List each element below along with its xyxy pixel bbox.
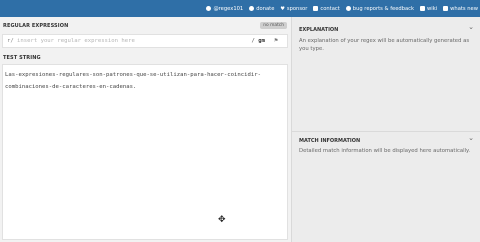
bug-icon [345,6,351,11]
explanation-collapse-chevron-icon[interactable]: ⌄ [468,23,474,31]
twitter-icon [206,6,212,11]
regex-placeholder: insert your regular expression here [17,38,135,44]
bug-reports-link[interactable]: bug reports & feedback [345,5,415,12]
wiki-icon [420,6,426,11]
whats-new-link[interactable]: whats new [443,6,478,12]
test-string-section-label: TEST STRING [3,55,41,61]
move-cursor-icon: ✥ [218,215,226,225]
sponsor-link[interactable]: ♥ sponsor [280,6,307,12]
mail-icon [313,6,319,11]
donate-link[interactable]: donate [249,6,274,12]
editor-column: REGULAR EXPRESSION no match r/ insert yo… [0,17,291,242]
wiki-link[interactable]: wiki [420,6,437,12]
flags-settings-icon[interactable]: ⚑ [271,37,281,47]
match-status-badge: no match [260,22,287,29]
test-string-editor[interactable]: Las-expresiones-regulares-son-patrones-q… [2,64,288,240]
sidebar-panels: EXPLANATION ⌄ An explanation of your reg… [291,17,480,242]
test-string-line-2: combinaciones-de-caracteres-en-cadenas. [5,84,137,90]
heart-icon: ♥ [280,5,285,12]
panel-divider [292,131,480,132]
match-information-text: Detailed match information will be displ… [299,148,471,154]
regex-flags[interactable]: / gm [252,38,266,44]
contact-link-label: contact [320,5,340,12]
match-information-collapse-chevron-icon[interactable]: ⌄ [468,134,474,142]
test-string-text[interactable]: Las-expresiones-regulares-son-patrones-q… [5,69,287,93]
dollar-icon [249,6,255,11]
bug-reports-link-label: bug reports & feedback [352,5,415,12]
regex-delimiter-close: / [251,38,255,44]
top-links: @regex101 donate ♥ sponsor contact bug re… [206,0,478,17]
whats-new-link-label: whats new [450,5,478,12]
test-string-line-1: Las-expresiones-regulares-son-patrones-q… [5,72,261,78]
wiki-link-label: wiki [427,5,438,12]
sponsor-link-label: sponsor [286,5,308,12]
match-information-title: MATCH INFORMATION [299,138,361,144]
explanation-title: EXPLANATION [299,27,339,33]
donate-link-label: donate [256,5,275,12]
regex-input[interactable]: r/ insert your regular expression here /… [2,34,288,48]
news-icon [443,6,449,11]
twitter-link[interactable]: @regex101 [206,6,243,12]
regex-section-label: REGULAR EXPRESSION [3,23,69,29]
contact-link[interactable]: contact [313,5,340,12]
twitter-link-label: @regex101 [213,5,244,12]
top-navigation-bar: @regex101 donate ♥ sponsor contact bug re… [0,0,480,17]
regex-flags-value: gm [258,38,265,44]
explanation-text: An explanation of your regex will be aut… [299,38,470,52]
regex-delimiter-open: r/ [7,38,14,44]
